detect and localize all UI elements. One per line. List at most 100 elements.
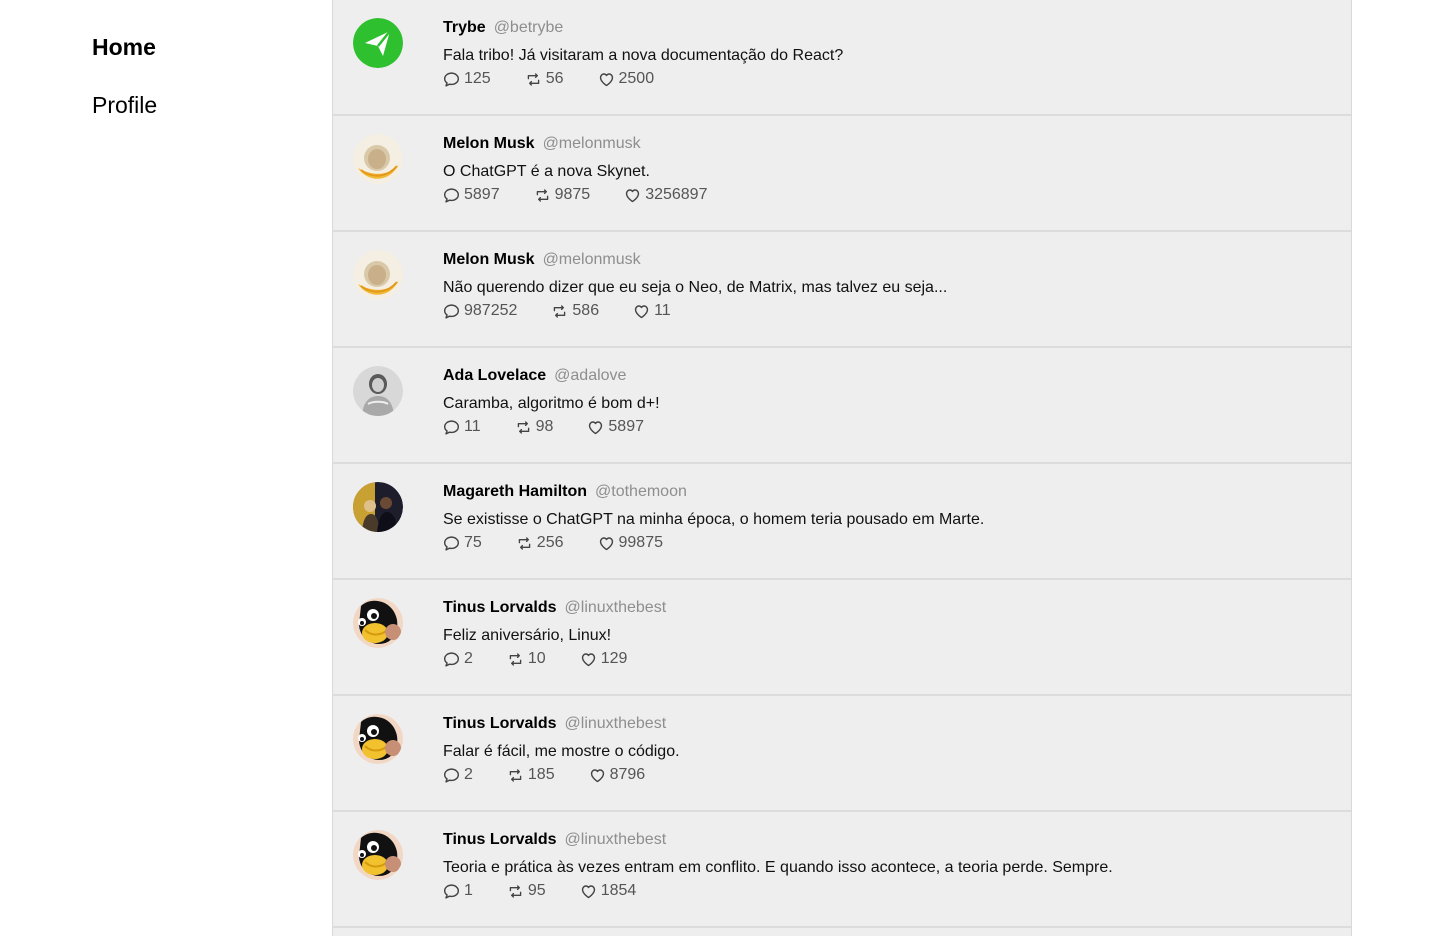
- tinus-lorvalds-avatar[interactable]: [353, 830, 403, 880]
- author-handle[interactable]: @linuxthebest: [565, 831, 667, 848]
- heart-icon: [599, 72, 613, 86]
- tweet-text: O ChatGPT é a nova Skynet.: [443, 163, 650, 180]
- author-name[interactable]: Tinus Lorvalds: [443, 599, 557, 616]
- reply-icon: [443, 883, 460, 899]
- tweet-actions: 125 56 2500: [443, 69, 1331, 89]
- like-button[interactable]: 1854: [580, 881, 636, 901]
- author-name[interactable]: Ada Lovelace: [443, 367, 546, 384]
- author-name[interactable]: Trybe: [443, 19, 486, 36]
- magareth-hamilton-avatar[interactable]: [353, 482, 403, 532]
- author-handle[interactable]: @linuxthebest: [565, 599, 667, 616]
- tweet-text: Caramba, algoritmo é bom d+!: [443, 395, 660, 412]
- tweet-body: Tinus Lorvalds @linuxthebest Falar é fáci…: [443, 714, 1331, 785]
- retweet-icon: [527, 72, 539, 86]
- like-button[interactable]: 11: [633, 301, 671, 321]
- heart-icon: [626, 188, 640, 202]
- reply-icon: [443, 651, 460, 667]
- tweet-text: Feliz aniversário, Linux!: [443, 627, 612, 644]
- tweet-4[interactable]: Ada Lovelace @adalove Caramba, algoritmo …: [333, 348, 1351, 464]
- retweet-icon: [517, 420, 529, 434]
- tweet-header: Tinus Lorvalds @linuxthebest: [443, 598, 1331, 618]
- tweet-header: Melon Musk @melonmusk: [443, 134, 1331, 154]
- retweet-button[interactable]: 95: [507, 881, 546, 901]
- tweet-header: Tinus Lorvalds @linuxthebest: [443, 830, 1331, 850]
- reply-button[interactable]: 5897: [443, 185, 500, 205]
- author-handle[interactable]: @adalove: [554, 367, 626, 384]
- author-name[interactable]: Melon Musk: [443, 135, 535, 152]
- tweet-body: Magareth Hamilton @tothemoon Se existisse…: [443, 482, 1331, 553]
- like-button[interactable]: 8796: [589, 765, 645, 785]
- retweet-count: 10: [527, 650, 546, 667]
- heart-icon: [634, 304, 649, 318]
- reply-icon: [443, 303, 460, 319]
- tweet-5[interactable]: Magareth Hamilton @tothemoon Se existisse…: [333, 464, 1351, 580]
- like-button[interactable]: 2500: [598, 69, 655, 89]
- tweet-8[interactable]: Tinus Lorvalds @linuxthebest Teoria e prá…: [333, 812, 1351, 928]
- tweet-1[interactable]: Trybe @betrybe Fala tribo! Já visitaram a…: [333, 0, 1351, 116]
- nav-home-link[interactable]: Home: [92, 34, 156, 61]
- author-name[interactable]: Tinus Lorvalds: [443, 831, 557, 848]
- retweet-button[interactable]: 10: [507, 649, 546, 669]
- retweet-icon: [536, 188, 548, 202]
- tinus-lorvalds-avatar[interactable]: [353, 714, 403, 764]
- tweet-feed[interactable]: Trybe @betrybe Fala tribo! Já visitaram a…: [332, 0, 1352, 936]
- tinus-lorvalds-avatar[interactable]: [353, 598, 403, 648]
- nav-profile-link[interactable]: Profile: [92, 92, 157, 119]
- tweet-3[interactable]: Melon Musk @melonmusk Não querendo dizer …: [333, 232, 1351, 348]
- author-name[interactable]: Melon Musk: [443, 251, 535, 268]
- like-button[interactable]: 3256897: [624, 185, 707, 205]
- like-count: 2500: [618, 70, 655, 87]
- author-name[interactable]: Tinus Lorvalds: [443, 715, 557, 732]
- trybe-logo-avatar[interactable]: [353, 18, 403, 68]
- reply-button[interactable]: 2: [443, 649, 473, 669]
- retweet-button[interactable]: 56: [525, 69, 564, 89]
- tweet-text: Teoria e prática às vezes entram em conf…: [443, 859, 1113, 876]
- tweet-body: Melon Musk @melonmusk O ChatGPT é a nova …: [443, 134, 1331, 205]
- retweet-button[interactable]: 256: [516, 533, 564, 553]
- tweet-actions: 5897 9875 3256897: [443, 185, 1331, 205]
- author-handle[interactable]: @tothemoon: [595, 483, 687, 500]
- tweet-actions: 75 256 99875: [443, 533, 1331, 553]
- like-count: 5897: [608, 418, 644, 435]
- reply-count: 75: [464, 534, 482, 551]
- like-button[interactable]: 5897: [587, 417, 644, 437]
- tweet-text: Fala tribo! Já visitaram a nova document…: [443, 47, 844, 64]
- author-handle[interactable]: @melonmusk: [543, 135, 641, 152]
- reply-button[interactable]: 125: [443, 69, 491, 89]
- author-handle[interactable]: @linuxthebest: [565, 715, 667, 732]
- tweet-2[interactable]: Melon Musk @melonmusk O ChatGPT é a nova …: [333, 116, 1351, 232]
- retweet-button[interactable]: 185: [507, 765, 555, 785]
- melon-musk-avatar[interactable]: [353, 134, 403, 184]
- retweet-button[interactable]: 9875: [534, 185, 590, 205]
- reply-button[interactable]: 1: [443, 881, 473, 901]
- retweet-button[interactable]: 586: [551, 301, 599, 321]
- tweet-7[interactable]: Tinus Lorvalds @linuxthebest Falar é fáci…: [333, 696, 1351, 812]
- retweet-icon: [554, 304, 566, 318]
- tweet-header: Tinus Lorvalds @linuxthebest: [443, 714, 1331, 734]
- author-name[interactable]: Magareth Hamilton: [443, 483, 587, 500]
- reply-button[interactable]: 75: [443, 533, 482, 553]
- reply-button[interactable]: 2: [443, 765, 473, 785]
- author-handle[interactable]: @melonmusk: [543, 251, 641, 268]
- reply-icon: [443, 187, 460, 203]
- melon-musk-avatar[interactable]: [353, 250, 403, 300]
- retweet-icon: [509, 768, 522, 782]
- tweet-header: Ada Lovelace @adalove: [443, 366, 1331, 386]
- retweet-button[interactable]: 98: [515, 417, 553, 437]
- heart-icon: [599, 536, 613, 550]
- tweet-header: Magareth Hamilton @tothemoon: [443, 482, 1331, 502]
- like-button[interactable]: 99875: [598, 533, 663, 553]
- tweet-6[interactable]: Tinus Lorvalds @linuxthebest Feliz aniver…: [333, 580, 1351, 696]
- reply-count: 2: [464, 650, 473, 667]
- tweet-text: Não querendo dizer que eu seja o Neo, de…: [443, 279, 948, 296]
- retweet-count: 256: [536, 534, 564, 551]
- like-count: 3256897: [645, 186, 708, 203]
- tweet-text: Falar é fácil, me mostre o código.: [443, 743, 680, 760]
- reply-button[interactable]: 11: [443, 417, 481, 437]
- reply-count: 1: [464, 882, 473, 899]
- like-button[interactable]: 129: [580, 649, 627, 669]
- ada-lovelace-avatar[interactable]: [353, 366, 403, 416]
- tweet-body: Melon Musk @melonmusk Não querendo dizer …: [443, 250, 1331, 321]
- reply-button[interactable]: 987252: [443, 301, 517, 321]
- author-handle[interactable]: @betrybe: [494, 19, 564, 36]
